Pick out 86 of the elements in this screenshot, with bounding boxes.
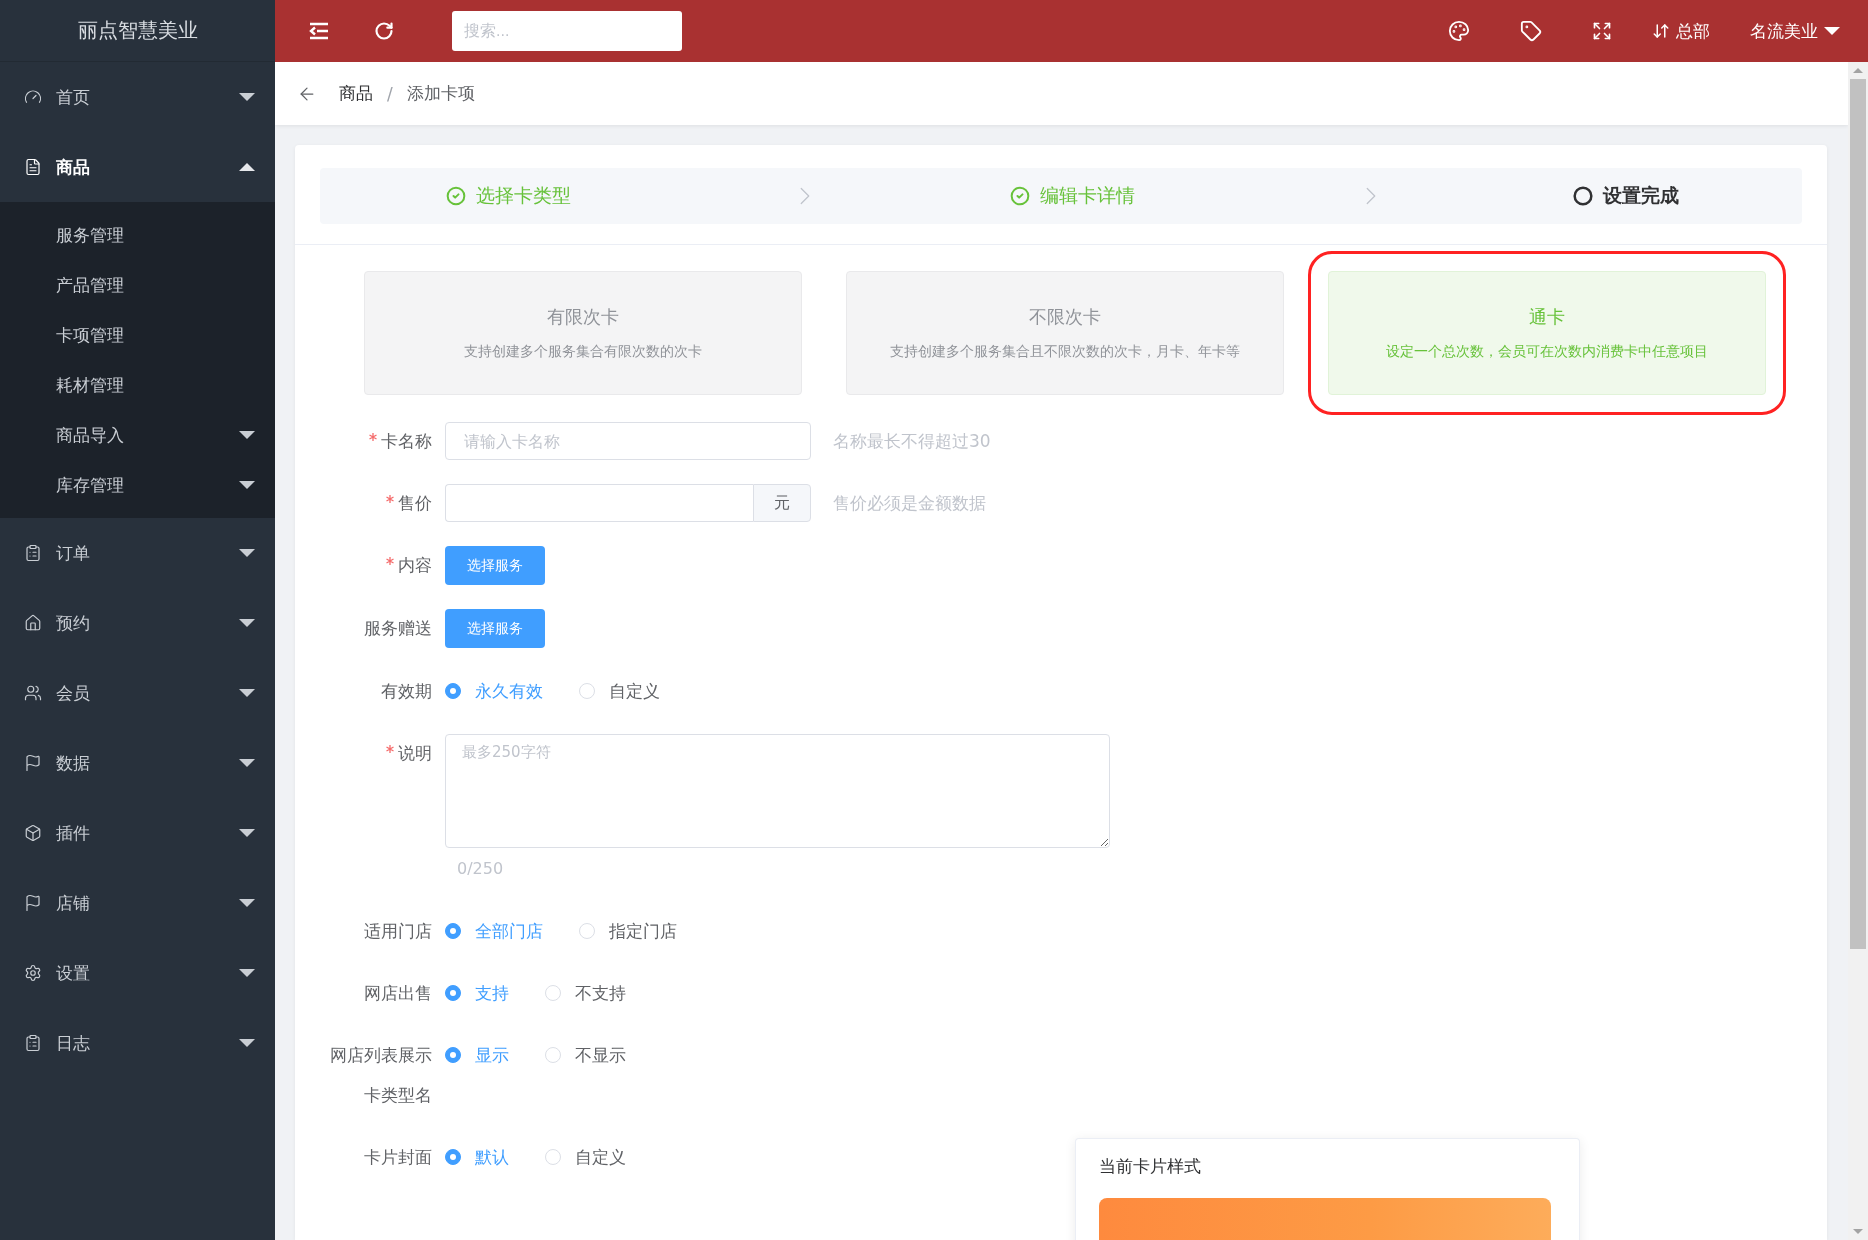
- card-type-title: 有限次卡: [547, 305, 619, 329]
- sidebar-item[interactable]: 预约: [0, 588, 275, 658]
- palette-icon[interactable]: [1448, 20, 1470, 42]
- field-label: 服务赠送: [364, 616, 432, 640]
- step-label: 编辑卡详情: [1039, 183, 1135, 208]
- field-label: 卡类型名: [364, 1083, 432, 1107]
- radio-option[interactable]: 自定义: [579, 672, 660, 710]
- caret-icon: [239, 549, 255, 557]
- swap-arrows-icon: [1652, 22, 1670, 40]
- gear-icon: [24, 964, 42, 982]
- radio-option[interactable]: 指定门店: [579, 912, 677, 950]
- branch-switch-button[interactable]: 总部: [1652, 19, 1710, 43]
- search-field[interactable]: 搜索...: [452, 11, 682, 51]
- user-menu-button[interactable]: 名流美业: [1750, 19, 1840, 43]
- radio-option[interactable]: 不支持: [545, 974, 626, 1012]
- caret-icon: [239, 619, 255, 627]
- card-type-title: 通卡: [1529, 305, 1565, 329]
- field-label: 卡片封面: [364, 1145, 432, 1169]
- field-label: 网店列表展示: [330, 1043, 432, 1067]
- sidebar-item[interactable]: 数据: [0, 728, 275, 798]
- sidebar-item[interactable]: 插件: [0, 798, 275, 868]
- sidebar-subitem[interactable]: 耗材管理: [0, 360, 275, 410]
- field-label: 适用门店: [364, 919, 432, 943]
- caret-icon: [239, 481, 255, 489]
- field-label: 有效期: [381, 679, 432, 703]
- card-type-description: 设定一个总次数，会员可在次数内消费卡中任意项目: [1386, 343, 1708, 361]
- scrollbar[interactable]: [1848, 62, 1868, 1240]
- radio-option[interactable]: 不显示: [545, 1036, 626, 1074]
- gauge-icon: [24, 88, 42, 106]
- card-name-field[interactable]: 请输入卡名称: [445, 422, 811, 460]
- card-type-description: 支持创建多个服务集合有限次数的次卡: [464, 343, 702, 361]
- sidebar-item[interactable]: 设置: [0, 938, 275, 1008]
- sidebar-subitem[interactable]: 产品管理: [0, 260, 275, 310]
- breadcrumb-link[interactable]: 商品: [339, 82, 373, 105]
- users-icon: [24, 684, 42, 702]
- sidebar-item[interactable]: 订单: [0, 518, 275, 588]
- document-icon: [24, 158, 42, 176]
- field-hint: 售价必须是金额数据: [833, 492, 986, 515]
- menu-icon: [309, 22, 329, 40]
- clipboard-icon: [24, 544, 42, 562]
- card-type-description: 支持创建多个服务集合且不限次数的次卡，月卡、年卡等: [890, 343, 1240, 361]
- field-hint: 名称最长不得超过30: [833, 430, 991, 453]
- preview-title: 当前卡片样式: [1099, 1155, 1202, 1178]
- menu-toggle-button[interactable]: [309, 22, 329, 40]
- cube-icon: [24, 824, 42, 842]
- caret-icon: [239, 829, 255, 837]
- tag-icon[interactable]: [1520, 20, 1542, 42]
- field-label: 网店出售: [364, 981, 432, 1005]
- character-counter: 0/250: [457, 858, 505, 880]
- sidebar-item[interactable]: 店铺: [0, 868, 275, 938]
- flag-icon: [24, 754, 42, 772]
- sidebar-subitem[interactable]: 服务管理: [0, 210, 275, 260]
- sidebar-subitem[interactable]: 库存管理: [0, 460, 275, 510]
- caret-icon: [239, 899, 255, 907]
- field-label: 卡名称: [381, 429, 432, 453]
- caret-icon: [239, 93, 255, 101]
- sidebar-subitem[interactable]: 商品导入: [0, 410, 275, 460]
- step-label: 设置完成: [1603, 183, 1679, 208]
- sidebar-item[interactable]: 首页: [0, 62, 275, 132]
- caret-icon: [239, 431, 255, 439]
- sidebar-item[interactable]: 会员: [0, 658, 275, 728]
- caret-icon: [239, 759, 255, 767]
- clipboard-icon: [24, 1034, 42, 1052]
- caret-icon: [239, 163, 255, 171]
- sidebar-item[interactable]: 日志: [0, 1008, 275, 1078]
- sidebar-subitem[interactable]: 卡项管理: [0, 310, 275, 360]
- scrollbar-thumb[interactable]: [1850, 79, 1866, 949]
- caret-icon: [239, 689, 255, 697]
- description-field[interactable]: 最多250字符: [445, 734, 1110, 848]
- field-label: 说明: [398, 741, 432, 765]
- caret-icon: [239, 1039, 255, 1047]
- house-icon: [24, 614, 42, 632]
- price-field[interactable]: [445, 484, 753, 522]
- refresh-button[interactable]: [374, 21, 394, 41]
- breadcrumb-separator: /: [387, 83, 393, 104]
- breadcrumb-current: 添加卡项: [406, 82, 475, 105]
- sidebar-item[interactable]: 商品: [0, 132, 275, 202]
- fullscreen-icon[interactable]: [1592, 21, 1612, 41]
- field-label: 内容: [398, 553, 432, 577]
- radio-option[interactable]: 自定义: [545, 1138, 626, 1176]
- field-label: 售价: [398, 491, 432, 515]
- caret-icon: [239, 969, 255, 977]
- step-label: 选择卡类型: [475, 183, 571, 208]
- flag-icon: [24, 894, 42, 912]
- currency-suffix: 元: [753, 484, 811, 522]
- card-type-title: 不限次卡: [1029, 305, 1101, 329]
